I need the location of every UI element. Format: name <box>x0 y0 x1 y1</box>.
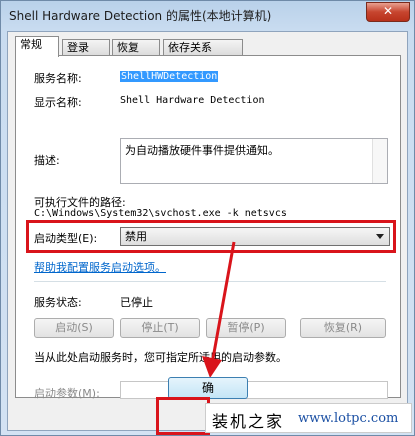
dialog-client-area: 常规 登录 恢复 依存关系 服务名称: ShellHWDetection 显示名… <box>7 31 408 431</box>
description-scrollbar[interactable] <box>372 139 387 183</box>
help-link[interactable]: 帮助我配置服务启动选项。 <box>34 259 166 275</box>
start-params-hint: 当从此处启动服务时，您可指定所适用的启动参数。 <box>34 351 287 364</box>
watermark-url: www.lotpc.com <box>298 411 399 426</box>
exe-path-value: C:\Windows\System32\svchost.exe -k netsv… <box>34 208 287 219</box>
resume-button[interactable]: 恢复(R) <box>300 318 386 338</box>
tab-recovery[interactable]: 恢复 <box>112 39 160 55</box>
title-bar[interactable]: Shell Hardware Detection 的属性(本地计算机) ✕ <box>1 1 414 27</box>
display-name-value[interactable]: Shell Hardware Detection <box>120 95 265 106</box>
service-name-label: 服务名称: <box>34 72 82 85</box>
site-watermark: 装机之家 www.lotpc.com <box>205 403 412 433</box>
start-button[interactable]: 启动(S) <box>34 318 114 338</box>
window-title: Shell Hardware Detection 的属性(本地计算机) <box>9 9 272 23</box>
ok-highlight-box <box>156 397 210 435</box>
watermark-text: 装机之家 <box>212 412 285 431</box>
description-box[interactable]: 为自动播放硬件事件提供通知。 <box>120 138 388 184</box>
service-status-label: 服务状态: <box>34 296 82 309</box>
service-status-value: 已停止 <box>120 296 153 309</box>
tab-dependencies[interactable]: 依存关系 <box>163 39 243 55</box>
properties-dialog: Shell Hardware Detection 的属性(本地计算机) ✕ 常规… <box>0 0 415 436</box>
display-name-label: 显示名称: <box>34 96 82 109</box>
start-params-label: 启动参数(M): <box>34 387 100 400</box>
tab-general[interactable]: 常规 <box>15 36 59 57</box>
service-name-value[interactable]: ShellHWDetection <box>120 71 219 82</box>
tab-logon[interactable]: 登录 <box>62 39 110 55</box>
close-button[interactable]: ✕ <box>366 2 410 22</box>
description-text: 为自动播放硬件事件提供通知。 <box>125 144 279 157</box>
ok-button[interactable]: 确 <box>168 377 248 399</box>
description-label: 描述: <box>34 154 60 167</box>
stop-button[interactable]: 停止(T) <box>120 318 200 338</box>
red-arrow-annotation <box>202 241 236 378</box>
